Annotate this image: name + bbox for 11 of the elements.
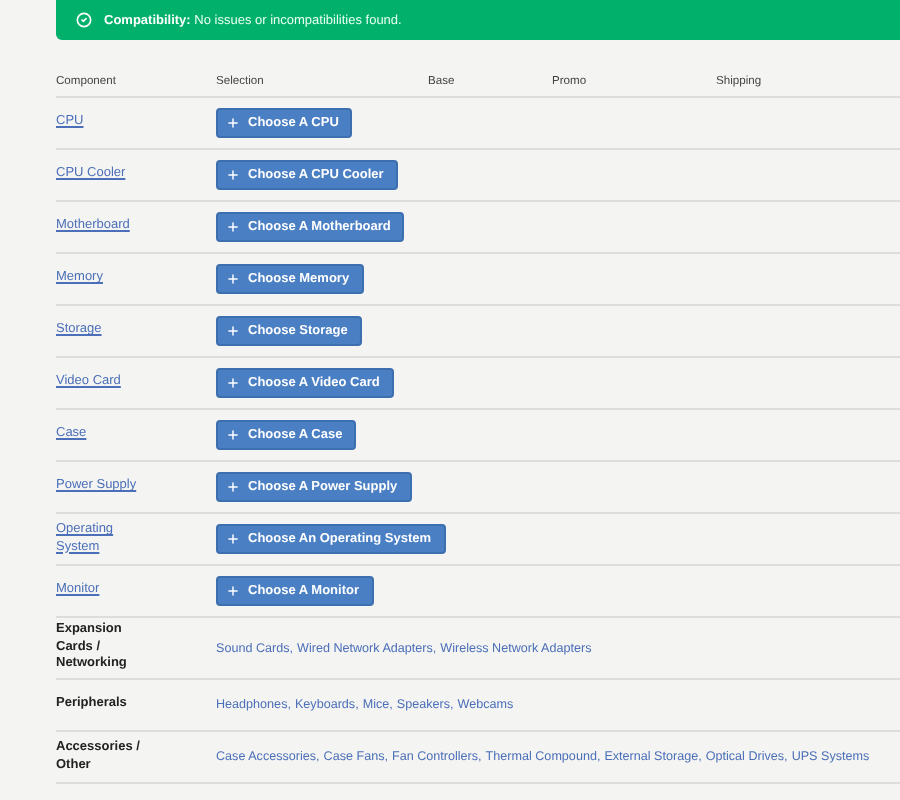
- plus-icon: [226, 532, 240, 546]
- plus-icon: [226, 376, 240, 390]
- plus-icon: [226, 220, 240, 234]
- plus-icon: [226, 168, 240, 182]
- plus-icon: [226, 324, 240, 338]
- check-circle-icon: [76, 12, 92, 28]
- plus-icon: [226, 116, 240, 130]
- plus-icon: [226, 272, 240, 286]
- plus-icon: [226, 480, 240, 494]
- plus-icon: [226, 584, 240, 598]
- plus-icon: [226, 428, 240, 442]
